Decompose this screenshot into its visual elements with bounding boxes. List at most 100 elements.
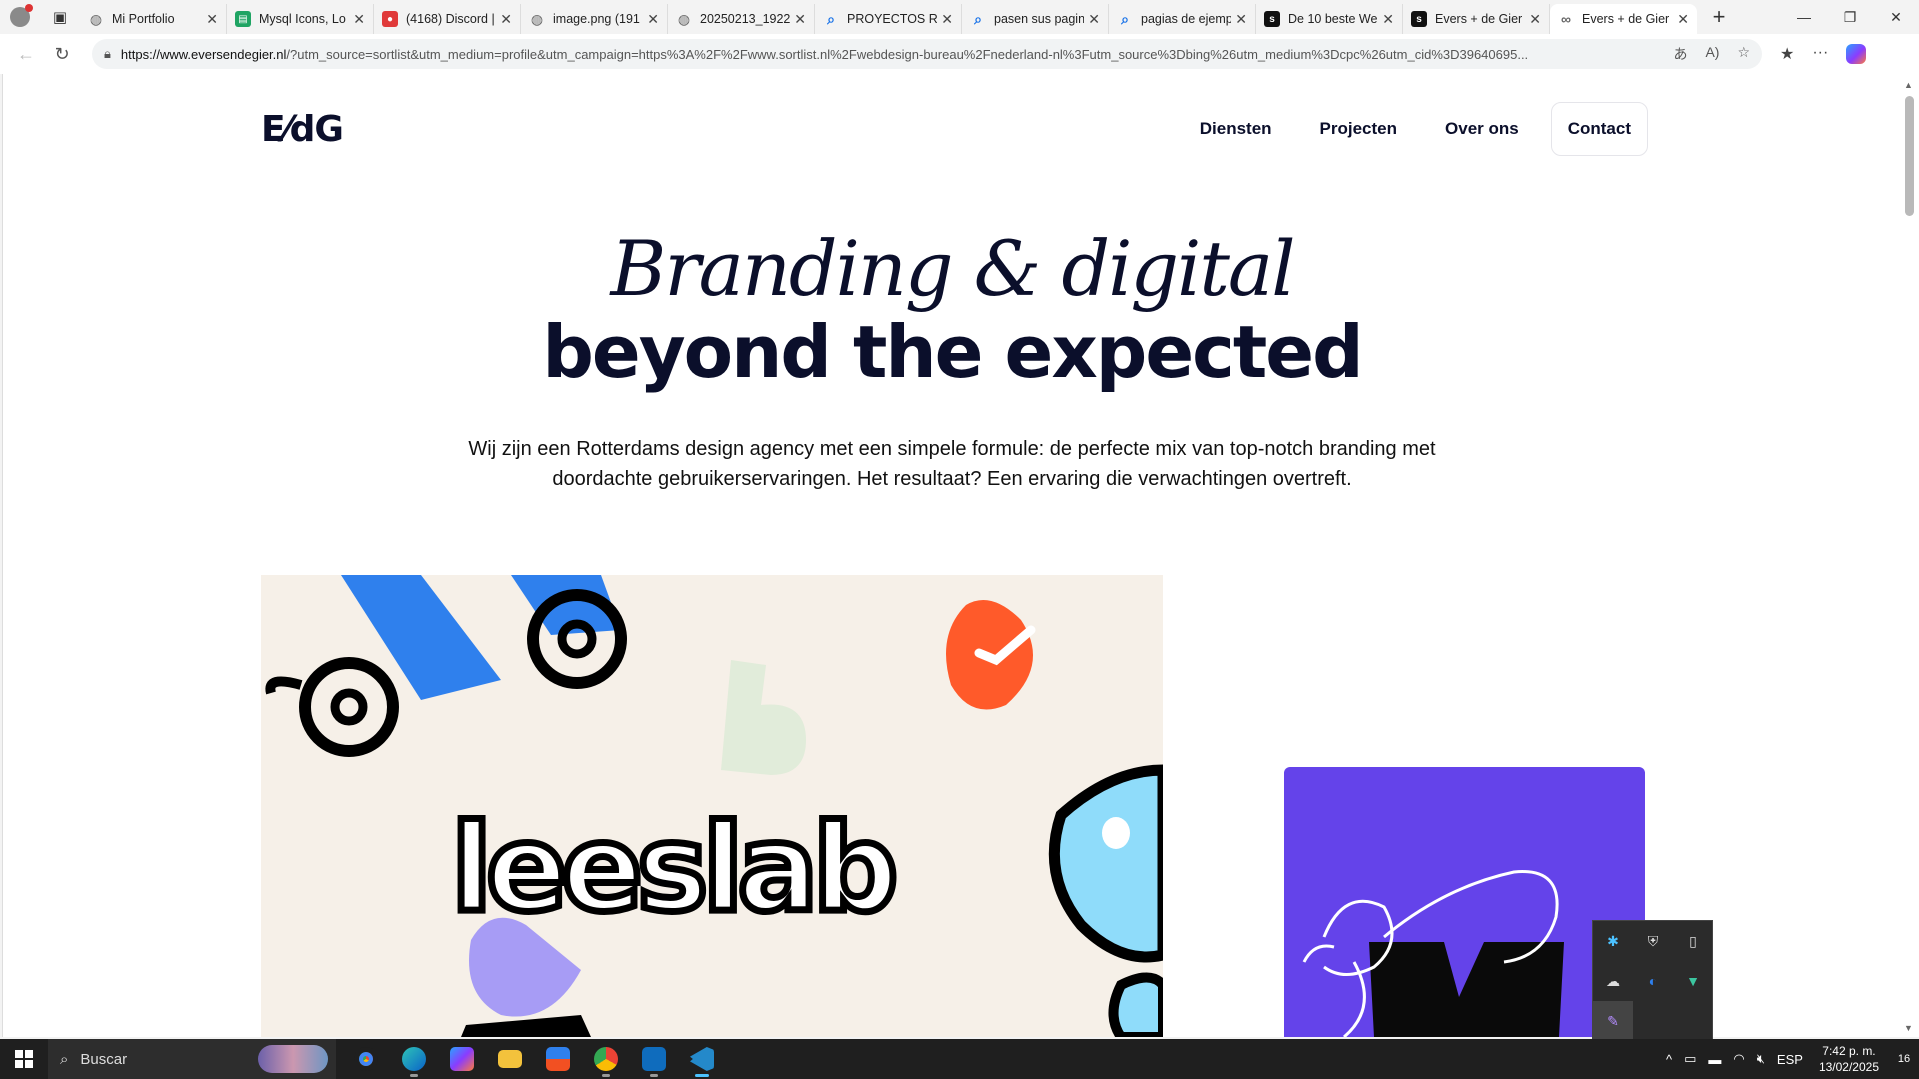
close-window-button[interactable]: ✕ [1873,0,1919,34]
close-tab-icon[interactable]: ✕ [500,11,512,28]
folder-icon [498,1050,522,1068]
address-bar[interactable]: 🔒︎ https://www.eversendegier.nl/?utm_sou… [92,39,1762,69]
sortlist-icon: s [1264,11,1280,27]
browser-tab[interactable]: ⌕ PROYECTOS RE ✕ [815,4,962,34]
tab-title: (4168) Discord | [406,12,495,26]
battery-icon[interactable]: ▬ [1702,1052,1727,1067]
more-options-icon[interactable]: ··· [1812,44,1828,64]
restore-button[interactable]: ❐ [1827,0,1873,34]
browser-tab[interactable]: s Evers + de Gier ✕ [1403,4,1550,34]
chrome-profile-icon [594,1047,618,1071]
bluetooth-icon[interactable]: ✱ [1593,921,1633,961]
browser-tab[interactable]: ◍ Mi Portfolio ✕ [80,4,227,34]
green-letter-b [721,660,806,775]
notification-count: 16 [1897,1053,1911,1065]
close-tab-icon[interactable]: ✕ [1677,11,1689,28]
lightblue-hole [1102,817,1130,849]
tray-chevron-icon[interactable]: ^ [1660,1052,1678,1067]
main-nav: Diensten Projecten Over ons Contact [1176,102,1648,156]
nav-projecten[interactable]: Projecten [1296,105,1421,153]
close-tab-icon[interactable]: ✕ [353,11,365,28]
browser-tab[interactable]: s De 10 beste We ✕ [1256,4,1403,34]
nav-over-ons[interactable]: Over ons [1421,105,1543,153]
profile-avatar[interactable] [0,0,40,34]
close-tab-icon[interactable]: ✕ [1529,11,1541,28]
sync-app-icon[interactable]: ◐ [1633,961,1673,1001]
lock-icon[interactable]: 🔒︎ [104,46,111,62]
site-logo[interactable]: E⁄dG [261,109,344,150]
browser-tab[interactable]: ⌕ pasen sus pagin ✕ [962,4,1109,34]
browser-tab[interactable]: ● (4168) Discord | ✕ [374,4,521,34]
tab-title: De 10 beste We [1288,12,1378,26]
tab-title: 20250213_1922 [700,12,791,26]
wifi-icon[interactable]: ◠ [1727,1051,1750,1067]
refresh-button[interactable]: ↻ [44,34,80,74]
close-tab-icon[interactable]: ✕ [647,11,659,28]
copilot-app-icon [450,1047,474,1071]
close-tab-icon[interactable]: ✕ [1088,11,1100,28]
nav-contact-button[interactable]: Contact [1550,102,1648,156]
ring-1-inner [330,688,368,726]
hero-headline: beyond the expected [542,310,1363,394]
cloud-offline-icon[interactable]: ☁ [1593,961,1633,1001]
sheet-icon: ▤ [235,11,251,27]
nav-diensten[interactable]: Diensten [1176,105,1296,153]
security-shield-icon[interactable]: ⛨ [1633,921,1673,961]
feather-app-icon[interactable]: ✎ [1593,1001,1633,1041]
vscode-icon [690,1047,714,1071]
minimize-button[interactable]: — [1781,0,1827,34]
tab-title: Mysql Icons, Lo [259,12,346,26]
favorites-icon[interactable]: ★ [1780,44,1794,64]
copilot-app[interactable] [438,1039,486,1079]
ring-2-inner [557,619,597,659]
close-tab-icon[interactable]: ✕ [1235,11,1247,28]
edge-app[interactable] [390,1039,438,1079]
scroll-up-icon[interactable]: ▲ [1904,80,1913,90]
tab-actions-icon[interactable]: ▣ [40,0,80,34]
tab-title: pasen sus pagin [994,12,1085,26]
close-tab-icon[interactable]: ✕ [1382,11,1394,28]
browser-tab[interactable]: ◍ 20250213_1922 ✕ [668,4,815,34]
browser-tab[interactable]: ∞ Evers + de Gier ✕ [1550,4,1697,34]
discord-icon: ● [382,11,398,27]
hero: Branding & digital beyond the expected W… [3,224,1900,494]
back-button[interactable]: ← [8,34,44,74]
scrollbar-thumb[interactable] [1905,96,1914,216]
taskbar-search[interactable]: ⌕ Buscar [48,1039,336,1079]
volume-icon[interactable]: 🔇︎ [1751,1051,1771,1067]
page-scrollbar[interactable]: ▲ ▼ [1900,74,1919,1037]
hero-script-title: Branding & digital [610,224,1295,313]
scroll-down-icon[interactable]: ▼ [1904,1023,1913,1033]
chrome-profile-app[interactable] [582,1039,630,1079]
outlook-app[interactable] [630,1039,678,1079]
chrome-app[interactable] [342,1039,390,1079]
project-card-leeslab[interactable]: leeslab [261,575,1163,1037]
file-explorer-app[interactable] [486,1039,534,1079]
vpn-app-icon[interactable]: ▼ [1673,961,1713,1001]
browser-tab[interactable]: ⌕ pagias de ejemp ✕ [1109,4,1256,34]
language-indicator[interactable]: ESP [1771,1052,1809,1067]
close-tab-icon[interactable]: ✕ [794,11,806,28]
favorite-star-icon[interactable]: ☆ [1737,44,1750,64]
new-tab-button[interactable]: + [1701,2,1737,32]
profile-icon [10,4,33,27]
outlook-icon [642,1047,666,1071]
start-button[interactable] [0,1039,48,1079]
figure-arm [1302,944,1335,963]
browser-tab[interactable]: ▤ Mysql Icons, Lo ✕ [227,4,374,34]
close-tab-icon[interactable]: ✕ [206,11,218,28]
network-icon[interactable]: ▭ [1678,1051,1702,1067]
usb-device-icon[interactable]: ▯ [1673,921,1713,961]
read-aloud-icon[interactable]: A) [1705,44,1719,64]
clock[interactable]: 7:42 p. m. 13/02/2025 [1809,1043,1889,1075]
store-app[interactable] [534,1039,582,1079]
project-card-purple[interactable] [1284,767,1645,1037]
copilot-icon[interactable] [1846,44,1867,64]
hero-intro: Wij zijn een Rotterdams design agency me… [468,438,1436,490]
browser-tab[interactable]: ◍ image.png (191 ✕ [521,4,668,34]
vscode-app[interactable] [678,1039,726,1079]
translate-icon[interactable]: あ [1673,44,1687,64]
notifications-button[interactable]: 16 [1889,1039,1919,1079]
url-text: https://www.eversendegier.nl/?utm_source… [121,47,1664,62]
close-tab-icon[interactable]: ✕ [941,11,953,28]
